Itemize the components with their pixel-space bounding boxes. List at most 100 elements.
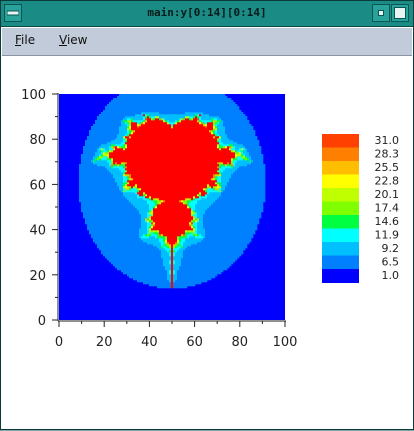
- heatmap-cell: [179, 166, 182, 169]
- heatmap-cell: [179, 268, 182, 271]
- heatmap-cell: [157, 262, 160, 265]
- heatmap-cell: [105, 240, 108, 243]
- heatmap-cell: [119, 94, 122, 97]
- menu-view[interactable]: View: [59, 33, 87, 47]
- heatmap-cell: [179, 104, 182, 107]
- heatmap-cell: [195, 210, 198, 213]
- heatmap-cell: [193, 220, 196, 223]
- heatmap-cell: [91, 130, 94, 133]
- heatmap-cell: [121, 158, 124, 161]
- heatmap-cell: [177, 268, 180, 271]
- heatmap-cell: [83, 184, 86, 187]
- maximize-button[interactable]: [391, 4, 409, 22]
- heatmap-cell: [191, 136, 194, 139]
- heatmap-cell: [107, 210, 110, 213]
- heatmap-cell: [149, 242, 152, 245]
- heatmap-cell: [161, 212, 164, 215]
- heatmap-cell: [115, 130, 118, 133]
- heatmap-cell: [91, 234, 94, 237]
- heatmap-cell: [91, 214, 94, 217]
- heatmap-cell: [137, 184, 140, 187]
- heatmap-cell: [175, 260, 178, 263]
- heatmap-cell: [189, 96, 192, 99]
- heatmap-cell: [117, 182, 120, 185]
- heatmap-cell: [111, 202, 114, 205]
- heatmap-cell: [195, 218, 198, 221]
- heatmap-cell: [93, 240, 96, 243]
- heatmap-cell: [127, 114, 130, 117]
- menu-file[interactable]: File: [15, 33, 35, 47]
- heatmap-cell: [99, 192, 102, 195]
- heatmap-cell: [113, 160, 116, 163]
- heatmap-cell: [95, 232, 98, 235]
- heatmap-cell: [159, 154, 162, 157]
- heatmap-cell: [133, 110, 136, 113]
- heatmap-cell: [183, 250, 186, 253]
- heatmap-cell: [191, 94, 194, 97]
- heatmap-cell: [157, 162, 160, 165]
- heatmap-cell: [135, 254, 138, 257]
- heatmap-cell: [193, 278, 196, 281]
- heatmap-cell: [141, 128, 144, 131]
- heatmap-cell: [159, 124, 162, 127]
- heatmap-cell: [135, 260, 138, 263]
- minimize-button[interactable]: [372, 4, 390, 22]
- heatmap-cell: [123, 144, 126, 147]
- heatmap-cell: [103, 174, 106, 177]
- heatmap-cell: [113, 184, 116, 187]
- heatmap-cell: [113, 132, 116, 135]
- heatmap-cell: [171, 262, 174, 265]
- heatmap-cell: [131, 196, 134, 199]
- heatmap-cell: [187, 236, 190, 239]
- heatmap-cell: [167, 168, 170, 171]
- heatmap-cell: [113, 166, 116, 169]
- heatmap-cell: [175, 134, 178, 137]
- heatmap-cell: [117, 258, 120, 261]
- heatmap-cell: [169, 126, 172, 129]
- heatmap-cell: [123, 128, 126, 131]
- heatmap-cell: [165, 188, 168, 191]
- heatmap-cell: [137, 132, 140, 135]
- heatmap-cell: [195, 278, 198, 281]
- title-bar[interactable]: main:y[0:14][0:14]: [1, 1, 413, 27]
- heatmap-cell: [189, 126, 192, 129]
- heatmap-cell: [107, 236, 110, 239]
- heatmap-cell: [115, 216, 118, 219]
- heatmap-cell: [127, 130, 130, 133]
- heatmap-cell: [185, 264, 188, 267]
- heatmap-cell: [137, 256, 140, 259]
- heatmap-cell: [189, 112, 192, 115]
- heatmap-cell: [137, 178, 140, 181]
- heatmap-cell: [135, 172, 138, 175]
- heatmap-cell: [145, 212, 148, 215]
- heatmap-cell: [173, 202, 176, 205]
- heatmap-cell: [157, 180, 160, 183]
- heatmap-cell: [117, 116, 120, 119]
- heatmap-cell: [175, 226, 178, 229]
- heatmap-cell: [113, 228, 116, 231]
- heatmap-cell: [171, 236, 174, 239]
- heatmap-cell: [167, 106, 170, 109]
- heatmap-cell: [197, 244, 200, 247]
- heatmap-cell: [193, 118, 196, 121]
- heatmap-cell: [97, 242, 100, 245]
- heatmap-cell: [157, 190, 160, 193]
- heatmap-cell: [165, 132, 168, 135]
- heatmap-cell: [133, 208, 136, 211]
- heatmap-cell: [95, 210, 98, 213]
- heatmap-cell: [121, 236, 124, 239]
- heatmap-cell: [185, 110, 188, 113]
- heatmap-cell: [183, 138, 186, 141]
- heatmap-cell: [127, 224, 130, 227]
- heatmap-cell: [135, 128, 138, 131]
- heatmap-cell: [131, 268, 134, 271]
- heatmap-cell: [133, 134, 136, 137]
- heatmap-cell: [167, 196, 170, 199]
- heatmap-cell: [143, 106, 146, 109]
- heatmap-cell: [117, 118, 120, 121]
- heatmap-cell: [125, 230, 128, 233]
- heatmap-cell: [151, 96, 154, 99]
- heatmap-cell: [195, 172, 198, 175]
- heatmap-cell: [195, 194, 198, 197]
- heatmap-cell: [161, 206, 164, 209]
